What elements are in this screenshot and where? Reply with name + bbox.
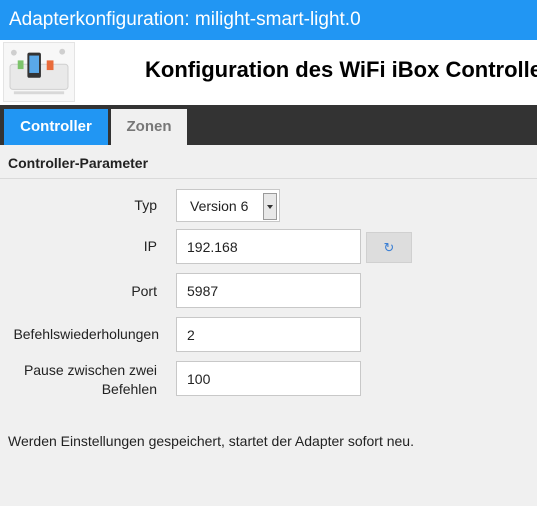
tab-zonen[interactable]: Zonen (111, 109, 187, 145)
repeats-input[interactable] (176, 317, 361, 352)
type-select-value: Version 6 (190, 198, 249, 214)
ip-input[interactable] (176, 229, 361, 264)
ip-label: IP (143, 238, 157, 254)
port-input[interactable] (176, 273, 361, 308)
pause-input[interactable] (176, 361, 361, 396)
refresh-icon: ↻ (383, 240, 395, 255)
refresh-ip-button[interactable]: ↻ (366, 232, 412, 263)
pause-label: Pause zwischen zwei Befehlen (4, 361, 157, 399)
milight-ibox-logo (3, 42, 75, 102)
chevron-down-icon[interactable] (263, 193, 277, 220)
type-label: Typ (134, 197, 157, 213)
restart-note: Werden Einstellungen gespeichert, starte… (8, 433, 414, 449)
section-divider (0, 178, 537, 179)
tab-controller[interactable]: Controller (4, 109, 108, 145)
pause-label-line2: Befehlen (101, 381, 157, 397)
repeats-label: Befehlswiederholungen (13, 326, 159, 342)
window-title: Adapterkonfiguration: milight-smart-ligh… (0, 0, 537, 40)
page-header: Konfiguration des WiFi iBox Controllers (0, 40, 537, 105)
tab-bar: Controller Zonen (0, 105, 537, 145)
port-label: Port (131, 283, 157, 299)
pause-label-line1: Pause zwischen zwei (23, 362, 157, 378)
section-title: Controller-Parameter (8, 155, 149, 171)
page-heading: Konfiguration des WiFi iBox Controllers (145, 57, 537, 82)
type-select[interactable]: Version 6 (176, 189, 280, 222)
